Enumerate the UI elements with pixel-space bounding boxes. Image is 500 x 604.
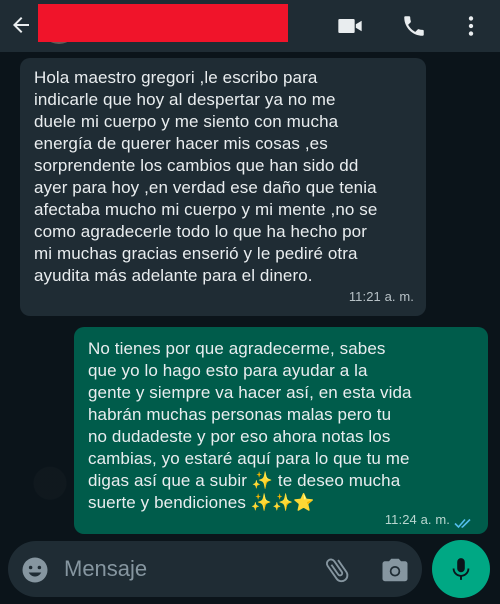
message-compose-bar — [8, 541, 422, 597]
incoming-message[interactable]: Hola maestro gregori ,le escribo para in… — [20, 58, 426, 316]
microphone-icon — [452, 558, 470, 580]
contact-name-redaction[interactable] — [38, 4, 288, 42]
emoji-button[interactable] — [20, 555, 50, 585]
attach-button[interactable] — [322, 555, 352, 585]
camera-icon — [382, 558, 408, 582]
more-options-button[interactable] — [457, 12, 485, 40]
phone-icon — [404, 16, 424, 36]
voice-message-button[interactable] — [432, 540, 490, 598]
message-text: No tienes por que agradecerme, sabes que… — [88, 339, 412, 512]
emoji-icon — [22, 557, 48, 583]
message-text: Hola maestro gregori ,le escribo para in… — [34, 68, 378, 285]
arrow-left-icon — [13, 17, 29, 33]
paperclip-icon — [325, 558, 349, 583]
video-call-button[interactable] — [336, 12, 364, 40]
back-button[interactable] — [6, 10, 36, 40]
read-receipt-icon — [454, 518, 471, 529]
camera-button[interactable] — [380, 555, 410, 585]
outgoing-message[interactable]: No tienes por que agradecerme, sabes que… — [74, 327, 488, 534]
message-time: 11:21 a. m. — [348, 289, 414, 304]
chat-header — [0, 0, 500, 52]
voice-call-button[interactable] — [400, 12, 428, 40]
message-time: 11:24 a. m. — [384, 512, 450, 527]
more-vertical-icon — [468, 16, 474, 36]
message-input[interactable] — [64, 555, 304, 583]
video-call-icon — [338, 19, 362, 33]
